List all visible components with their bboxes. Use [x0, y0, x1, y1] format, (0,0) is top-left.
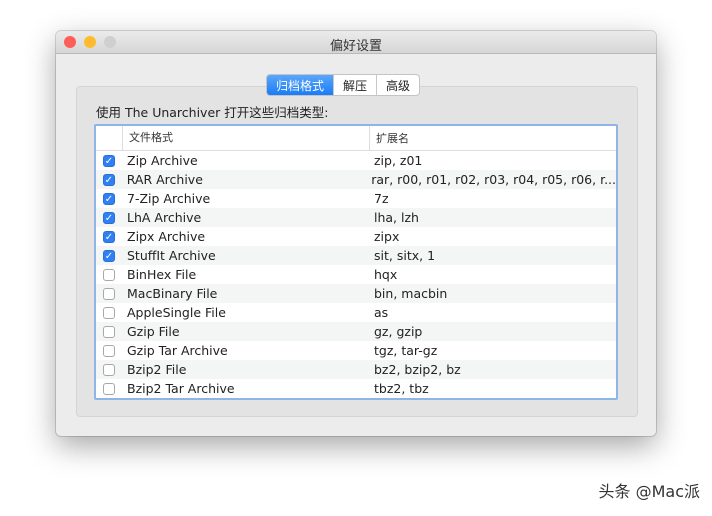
format-name: MacBinary File	[127, 286, 218, 301]
table-row[interactable]: BinHex File hqx	[96, 265, 616, 284]
format-name: Bzip2 File	[127, 362, 187, 377]
table-row[interactable]: MacBinary File bin, macbin	[96, 284, 616, 303]
format-name: Bzip2 Tar Archive	[127, 381, 235, 396]
format-checkbox[interactable]: ✓	[103, 230, 115, 243]
format-extensions: bz2, bzip2, bz	[374, 362, 461, 377]
format-extensions: bin, macbin	[374, 286, 448, 301]
format-extensions: gz, gzip	[374, 324, 423, 339]
format-extensions: 7z	[374, 191, 389, 206]
watermark: 头条 @Mac派	[598, 482, 701, 501]
format-extensions: hqx	[374, 267, 398, 282]
format-checkbox[interactable]	[103, 268, 115, 281]
formats-table: 文件格式 扩展名 ✓ Zip Archive zip, z01 ✓ RAR Arc…	[94, 124, 618, 400]
format-checkbox[interactable]	[103, 287, 115, 300]
format-name: BinHex File	[127, 267, 197, 282]
header-checkbox-column[interactable]	[96, 126, 123, 150]
format-extensions: as	[374, 305, 389, 320]
format-name: Gzip Tar Archive	[127, 343, 228, 358]
format-checkbox[interactable]: ✓	[103, 154, 115, 167]
format-extensions: tgz, tar-gz	[374, 343, 438, 358]
table-row[interactable]: Bzip2 Tar Archive tbz2, tbz	[96, 379, 616, 398]
title-bar: 偏好设置	[56, 31, 656, 54]
table-row[interactable]: ✓ LhA Archive lha, lzh	[96, 208, 616, 227]
format-name: LhA Archive	[127, 210, 202, 225]
format-name: AppleSingle File	[127, 305, 226, 320]
tab-archive-formats[interactable]: 归档格式	[267, 75, 335, 95]
format-name: Zip Archive	[127, 153, 198, 168]
format-checkbox[interactable]	[103, 344, 115, 357]
tab-advanced[interactable]: 高级	[377, 75, 419, 95]
format-checkbox[interactable]: ✓	[103, 211, 115, 224]
format-extensions: zip, z01	[374, 153, 423, 168]
table-row[interactable]: ✓ StuffIt Archive sit, sitx, 1	[96, 246, 616, 265]
format-extensions: zipx	[374, 229, 400, 244]
header-extension[interactable]: 扩展名	[370, 130, 409, 146]
format-checkbox[interactable]: ✓	[103, 192, 115, 205]
format-name: StuffIt Archive	[127, 248, 216, 263]
table-row[interactable]: ✓ 7-Zip Archive 7z	[96, 189, 616, 208]
preferences-window: 偏好设置 归档格式 解压 高级 使用 The Unarchiver 打开这些归档…	[56, 31, 656, 436]
format-extensions: rar, r00, r01, r02, r03, r04, r05, r06, …	[371, 172, 616, 187]
table-row[interactable]: ✓ Zipx Archive zipx	[96, 227, 616, 246]
table-row[interactable]: Bzip2 File bz2, bzip2, bz	[96, 360, 616, 379]
format-checkbox[interactable]	[103, 363, 115, 376]
table-row[interactable]: Gzip Tar Archive tgz, tar-gz	[96, 341, 616, 360]
format-extensions: tbz2, tbz	[374, 381, 429, 396]
table-row[interactable]: AppleSingle File as	[96, 303, 616, 322]
format-checkbox[interactable]: ✓	[103, 249, 115, 262]
header-format[interactable]: 文件格式	[123, 126, 370, 150]
table-header: 文件格式 扩展名	[96, 126, 616, 151]
format-checkbox[interactable]	[103, 325, 115, 338]
table-row[interactable]: ✓ RAR Archive rar, r00, r01, r02, r03, r…	[96, 170, 616, 189]
format-checkbox[interactable]	[103, 306, 115, 319]
format-extensions: sit, sitx, 1	[374, 248, 436, 263]
format-name: Gzip File	[127, 324, 180, 339]
format-checkbox[interactable]	[103, 382, 115, 395]
intro-label: 使用 The Unarchiver 打开这些归档类型:	[96, 105, 329, 120]
window-title: 偏好设置	[329, 39, 382, 54]
tab-bar: 归档格式 解压 高级	[266, 74, 421, 96]
format-name: 7-Zip Archive	[127, 191, 211, 206]
format-extensions: lha, lzh	[374, 210, 419, 225]
format-name: Zipx Archive	[127, 229, 206, 244]
format-name: RAR Archive	[126, 172, 203, 187]
format-checkbox[interactable]: ✓	[102, 173, 115, 186]
tab-extraction[interactable]: 解压	[334, 75, 378, 95]
table-row[interactable]: ✓ Zip Archive zip, z01	[96, 151, 616, 170]
table-row[interactable]: Gzip File gz, gzip	[96, 322, 616, 341]
